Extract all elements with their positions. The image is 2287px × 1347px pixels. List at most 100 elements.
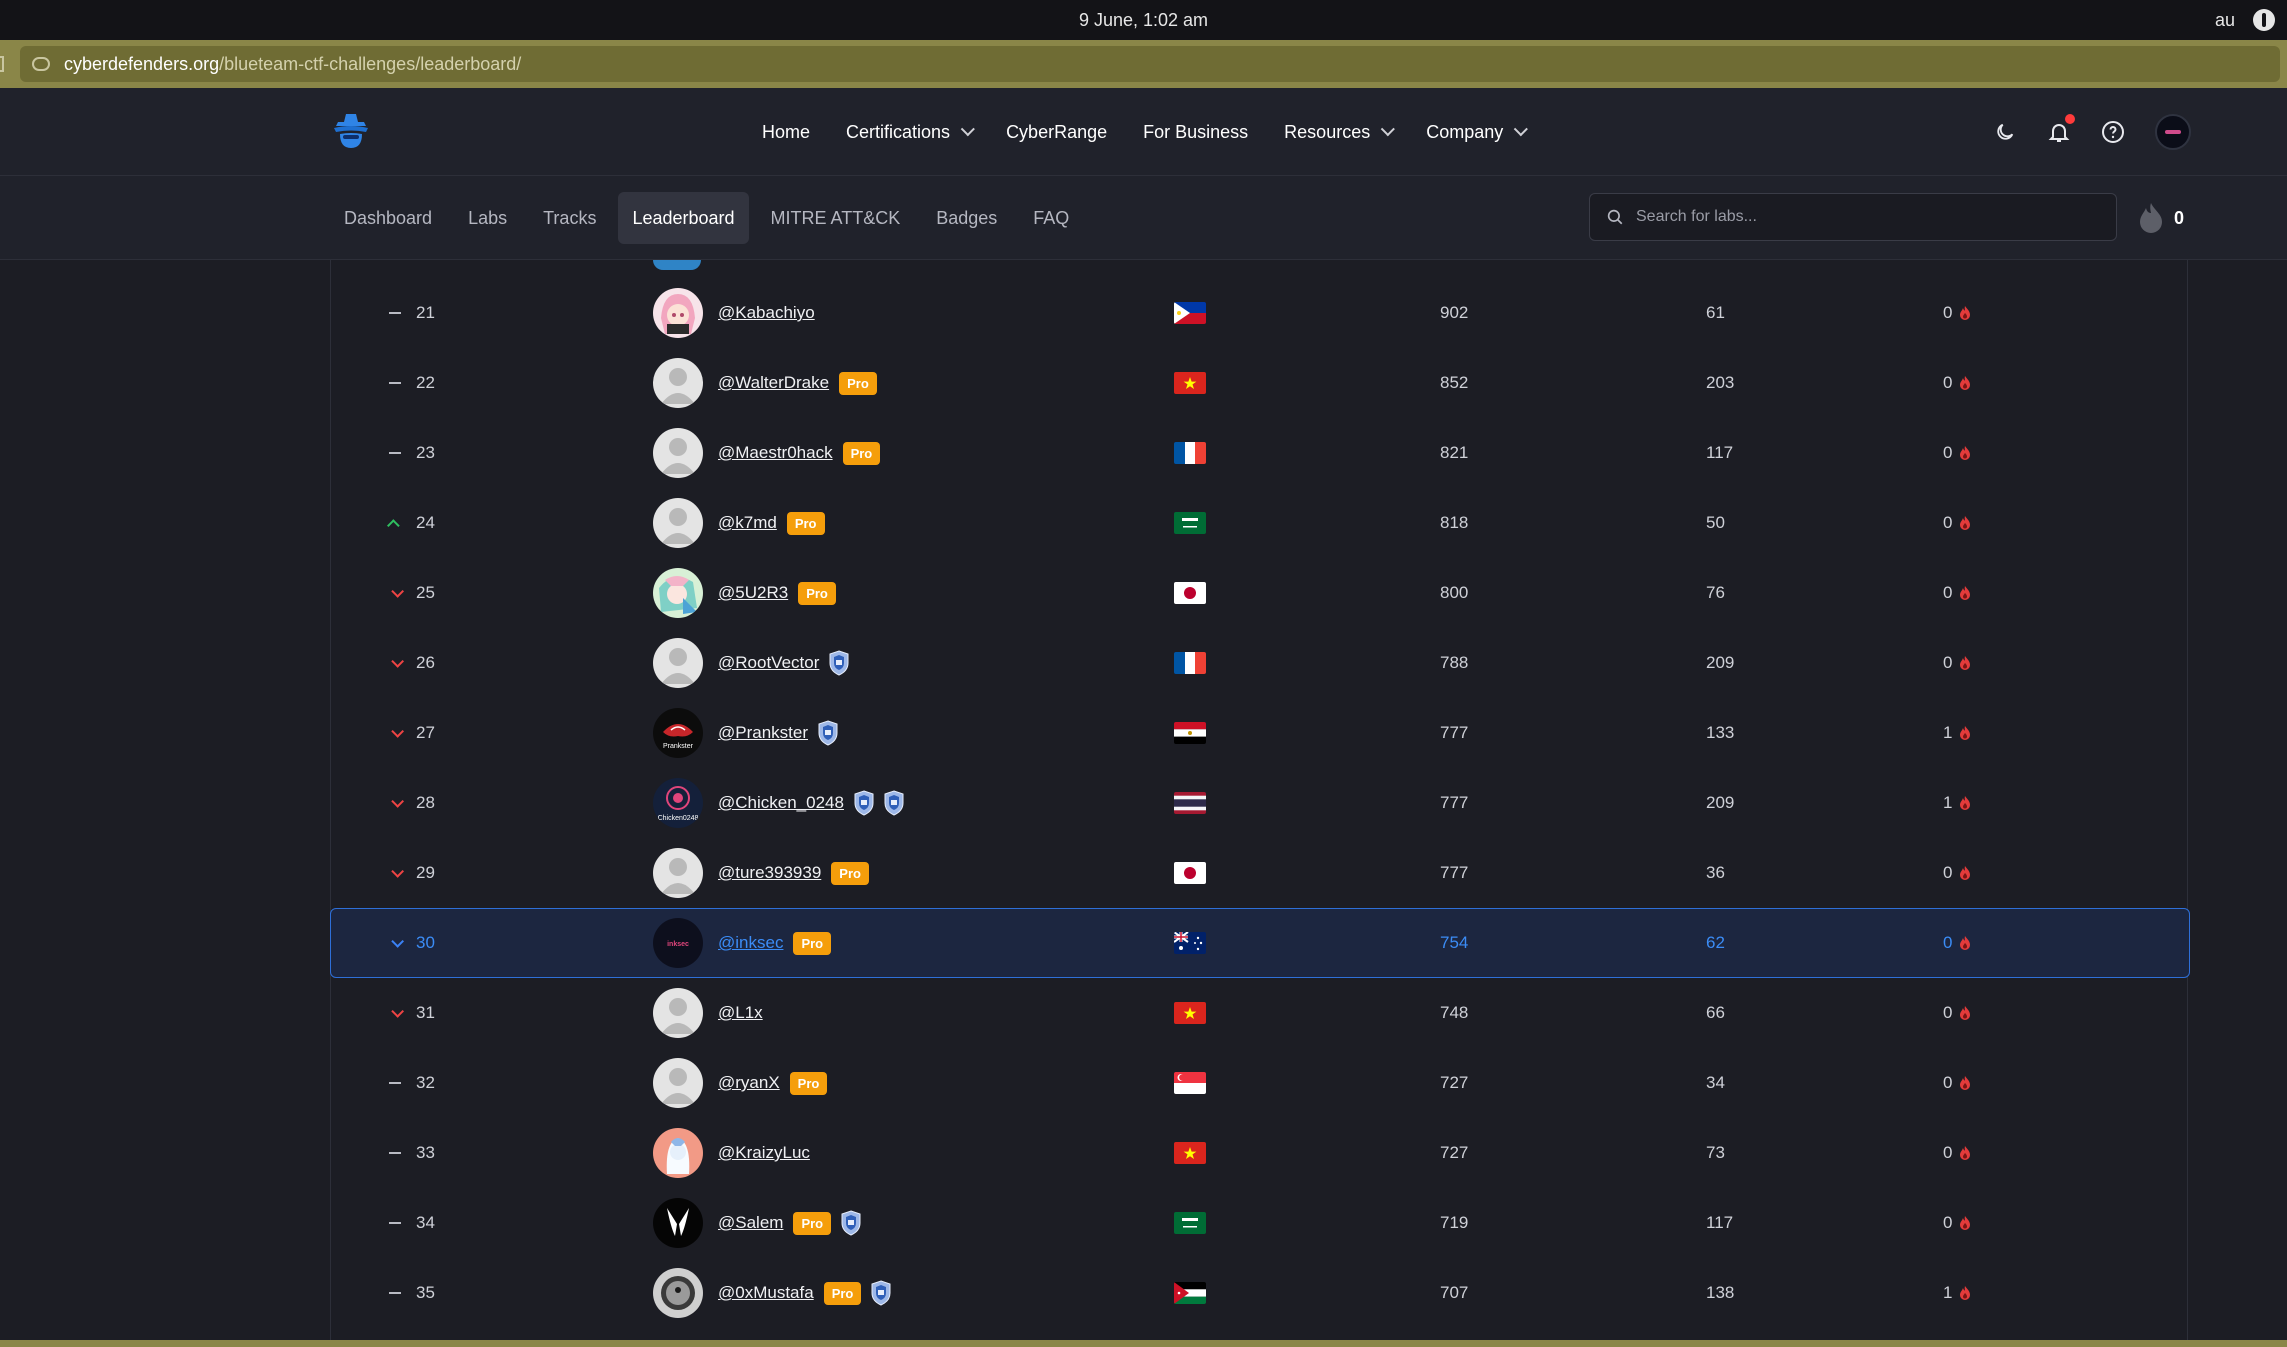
- avatar[interactable]: [653, 1268, 703, 1318]
- rank-number: 34: [416, 1213, 435, 1232]
- table-row[interactable]: 25 @5U2R3 Pro 800 76 0: [331, 558, 2189, 628]
- nav-item-resources[interactable]: Resources: [1284, 122, 1396, 143]
- streak-counter[interactable]: 0: [2138, 196, 2184, 240]
- table-row[interactable]: 22 @WalterDrake Pro 852 203 0: [331, 348, 2189, 418]
- achievement-badge-icon[interactable]: [871, 1280, 891, 1306]
- tab-leaderboard[interactable]: Leaderboard: [618, 192, 749, 244]
- search-box[interactable]: [1589, 193, 2117, 241]
- username-link[interactable]: @Prankster: [718, 723, 808, 743]
- streak-value: 0: [1943, 1073, 1953, 1092]
- achievement-badge-icon[interactable]: [884, 790, 904, 816]
- username-link[interactable]: @ryanX: [718, 1073, 780, 1093]
- avatar[interactable]: [653, 1128, 703, 1178]
- avatar[interactable]: Prankster: [653, 708, 703, 758]
- username-link[interactable]: @Chicken_0248: [718, 793, 844, 813]
- avatar[interactable]: Chicken0248: [653, 778, 703, 828]
- username-link[interactable]: @Salem: [718, 1213, 783, 1233]
- tab-tracks[interactable]: Tracks: [529, 192, 610, 244]
- username-link[interactable]: @ture393939: [718, 863, 821, 883]
- username-link[interactable]: @L1x: [718, 1003, 763, 1023]
- rank-number: 32: [416, 1073, 435, 1092]
- achievement-badge-icon[interactable]: [829, 650, 849, 676]
- achievement-badge-icon[interactable]: [841, 1210, 861, 1236]
- avatar[interactable]: inksec: [653, 918, 703, 968]
- tab-labs[interactable]: Labs: [454, 192, 521, 244]
- os-clock[interactable]: 9 June, 1:02 am: [1079, 10, 1208, 31]
- table-row[interactable]: 33 @KraizyLuc 727 73 0: [331, 1118, 2189, 1188]
- table-row[interactable]: 21 @Kabachiyo 902 61 0: [331, 278, 2189, 348]
- current-user-row[interactable]: 30 inksec @inksec Pro 754 62 0: [330, 908, 2190, 978]
- table-row[interactable]: 27 Prankster @Prankster 777 133 1: [331, 698, 2189, 768]
- username-link[interactable]: @0xMustafa: [718, 1283, 814, 1303]
- nav-item-label: CyberRange: [1006, 121, 1108, 142]
- table-row[interactable]: 35 @0xMustafa Pro 707 138 1: [331, 1258, 2189, 1328]
- table-row[interactable]: 32 @ryanX Pro 727 34 0: [331, 1048, 2189, 1118]
- dark-mode-icon[interactable]: [1993, 120, 2017, 144]
- nav-item-cyberrange[interactable]: CyberRange: [1006, 122, 1107, 143]
- address-field[interactable]: cyberdefenders.org/blueteam-ctf-challeng…: [20, 46, 2280, 82]
- flame-icon: [1960, 1076, 1971, 1090]
- username-link[interactable]: @WalterDrake: [718, 373, 829, 393]
- avatar[interactable]: [653, 1198, 703, 1248]
- tab-dashboard[interactable]: Dashboard: [330, 192, 446, 244]
- achievement-badge-icon[interactable]: [818, 720, 838, 746]
- notifications-icon[interactable]: [2047, 114, 2075, 144]
- nav-item-label: For Business: [1143, 121, 1249, 142]
- search-input[interactable]: [1636, 208, 2076, 226]
- rank-unchanged-icon: [387, 445, 403, 461]
- country-flag-icon: [1174, 1142, 1206, 1164]
- help-icon[interactable]: [2101, 120, 2125, 144]
- table-row[interactable]: 26 @RootVector 788 209 0: [331, 628, 2189, 698]
- table-row[interactable]: 23 @Maestr0hack Pro 821 117 0: [331, 418, 2189, 488]
- trend-glyph: [389, 1152, 401, 1154]
- streak-value: 0: [1943, 303, 1953, 322]
- username-link[interactable]: @RootVector: [718, 653, 819, 673]
- points-value: 707: [1440, 1283, 1469, 1302]
- nav-item-for-business[interactable]: For Business: [1143, 122, 1248, 143]
- nav-item-company[interactable]: Company: [1426, 122, 1529, 143]
- table-row[interactable]: 34 @Salem Pro 719 117 0: [331, 1188, 2189, 1258]
- table-row[interactable]: 29 @ture393939 Pro 777 36 0: [331, 838, 2189, 908]
- achievement-badge-icon[interactable]: [854, 790, 874, 816]
- avatar[interactable]: [653, 1058, 703, 1108]
- rank-down-icon: [387, 654, 404, 671]
- streak-cell: 0: [1943, 1073, 1971, 1093]
- avatar[interactable]: [653, 568, 703, 618]
- nav-item-home[interactable]: Home: [762, 122, 810, 143]
- tab-mitre-att-ck[interactable]: MITRE ATT&CK: [757, 192, 915, 244]
- username-link[interactable]: @KraizyLuc: [718, 1143, 810, 1163]
- country-flag-icon: [1174, 862, 1206, 884]
- accessibility-icon[interactable]: [2253, 9, 2275, 31]
- avatar[interactable]: [653, 988, 703, 1038]
- tab-badges[interactable]: Badges: [922, 192, 1011, 244]
- user-cell: @5U2R3 Pro: [718, 581, 836, 605]
- avatar[interactable]: [653, 848, 703, 898]
- avatar[interactable]: [653, 638, 703, 688]
- trend-glyph: [390, 584, 404, 598]
- avatar[interactable]: [653, 498, 703, 548]
- cyberdefenders-logo[interactable]: [330, 110, 372, 152]
- table-row[interactable]: 28 Chicken0248 @Chicken_0248 777 209 1: [331, 768, 2189, 838]
- svg-text:inksec: inksec: [667, 941, 689, 948]
- trend-glyph: [390, 934, 404, 948]
- table-row[interactable]: 24 @k7md Pro 818 50 0: [331, 488, 2189, 558]
- username-link[interactable]: @Maestr0hack: [718, 443, 833, 463]
- rank-number: 21: [416, 303, 435, 322]
- user-avatar[interactable]: [2155, 114, 2191, 150]
- username-link[interactable]: @inksec: [718, 933, 783, 953]
- streak-cell: 0: [1943, 443, 1971, 463]
- labs-completed-value: 66: [1706, 1003, 1725, 1022]
- avatar[interactable]: [653, 288, 703, 338]
- table-row[interactable]: 31 @L1x 748 66 0: [331, 978, 2189, 1048]
- username-link[interactable]: @k7md: [718, 513, 777, 533]
- username-link[interactable]: @Kabachiyo: [718, 303, 815, 323]
- avatar[interactable]: [653, 358, 703, 408]
- flame-icon: [1960, 1006, 1971, 1020]
- username-link[interactable]: @5U2R3: [718, 583, 788, 603]
- tab-faq[interactable]: FAQ: [1019, 192, 1083, 244]
- keyboard-layout[interactable]: au: [2215, 10, 2235, 31]
- page-info-icon[interactable]: [0, 56, 4, 72]
- pro-badge: Pro: [839, 371, 877, 395]
- avatar[interactable]: [653, 428, 703, 478]
- nav-item-certifications[interactable]: Certifications: [846, 122, 975, 143]
